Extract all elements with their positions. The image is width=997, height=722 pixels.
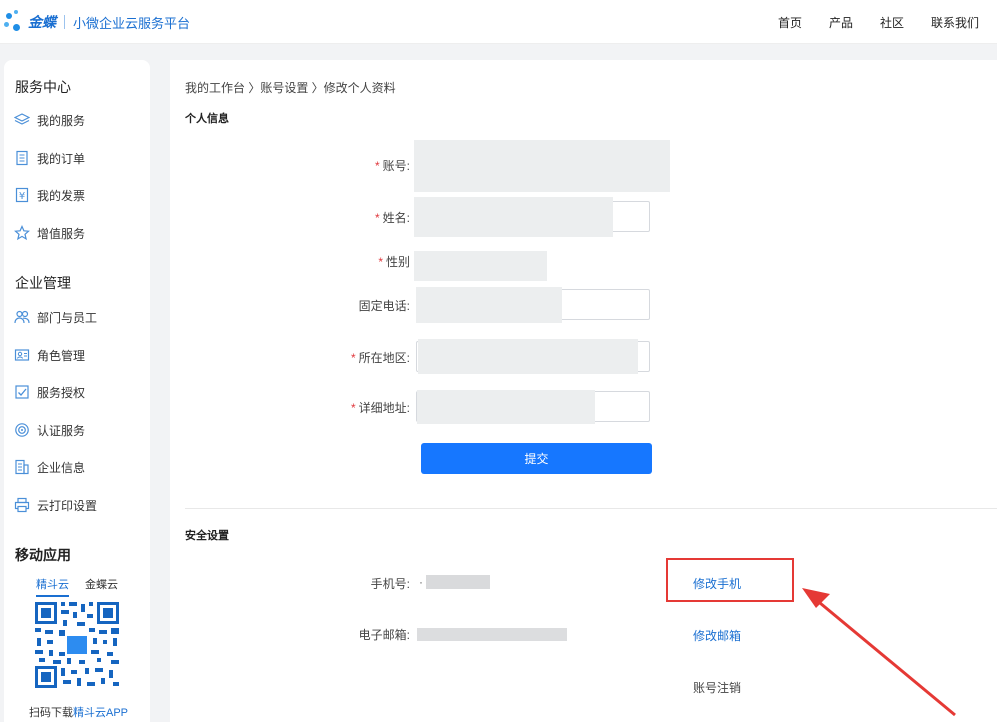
- phone-mask-dot: ·: [419, 575, 423, 589]
- account-label: * 账号:: [374, 159, 410, 173]
- landline-label: 固定电话:: [358, 299, 410, 313]
- phone-value-blurred: [426, 575, 490, 589]
- gender-label: * 性别: [378, 255, 410, 269]
- section-divider: [185, 508, 997, 509]
- nav-products[interactable]: 产品: [829, 14, 853, 31]
- sidebar-item-label: 部门与员工: [37, 310, 98, 325]
- submit-button[interactable]: 提交: [421, 443, 652, 474]
- annotation-arrow-icon: [802, 588, 956, 717]
- region-value-blurred: [418, 339, 638, 374]
- sidebar-item-certification[interactable]: 认证服务: [14, 420, 85, 440]
- logo[interactable]: 金蝶 小微企业云服务平台: [4, 9, 190, 35]
- sidebar-item-enterprise-info[interactable]: 企业信息: [14, 457, 85, 477]
- logo-mark-icon: [4, 10, 26, 34]
- sidebar-item-departments[interactable]: 部门与员工: [14, 307, 97, 327]
- sidebar-item-label: 角色管理: [37, 348, 86, 363]
- sidebar-item-label: 我的发票: [37, 188, 86, 203]
- gender-select-blurred[interactable]: [414, 251, 547, 281]
- service-center-title: 服务中心: [15, 79, 71, 95]
- top-nav: 首页 产品 社区 联系我们: [751, 0, 979, 44]
- account-value-blurred: [414, 140, 670, 192]
- platform-subtitle: 小微企业云服务平台: [73, 15, 191, 31]
- sidebar: 服务中心 我的服务 我的订单 ¥ 我的发票 增值服务 企业管理 部门与员工 角色…: [4, 60, 150, 722]
- sidebar-item-label: 企业信息: [37, 460, 86, 475]
- sidebar-item-my-invoices[interactable]: ¥ 我的发票: [14, 185, 85, 205]
- enterprise-management-title: 企业管理: [15, 275, 71, 291]
- name-label: * 姓名:: [374, 211, 410, 225]
- email-label: 电子邮箱:: [358, 628, 410, 642]
- svg-text:¥: ¥: [19, 191, 25, 202]
- star-icon: [14, 225, 30, 241]
- logo-divider: [64, 15, 65, 29]
- sidebar-item-label: 我的订单: [37, 151, 86, 166]
- document-icon: [14, 150, 30, 166]
- tab-jingdouyun[interactable]: 精斗云: [36, 576, 69, 597]
- app-download-caption: 扫码下载精斗云APP: [29, 707, 129, 719]
- sidebar-item-my-orders[interactable]: 我的订单: [14, 148, 85, 168]
- sidebar-item-my-services[interactable]: 我的服务: [14, 110, 85, 130]
- qr-code: [33, 600, 121, 690]
- printer-icon: [14, 497, 30, 513]
- name-value-blurred: [414, 197, 613, 237]
- nav-contact[interactable]: 联系我们: [931, 14, 979, 31]
- certificate-icon: [14, 422, 30, 438]
- sidebar-item-value-added[interactable]: 增值服务: [14, 223, 85, 243]
- layers-icon: [14, 112, 30, 128]
- sidebar-item-label: 服务授权: [37, 385, 86, 400]
- change-email-link[interactable]: 修改邮箱: [693, 627, 741, 644]
- phone-label: 手机号:: [370, 577, 410, 591]
- sidebar-item-label: 云打印设置: [37, 498, 98, 513]
- id-card-icon: [14, 347, 30, 363]
- authorize-icon: [14, 384, 30, 400]
- cancel-account-link[interactable]: 账号注销: [693, 679, 741, 696]
- region-label: * 所在地区:: [350, 351, 410, 365]
- address-label: * 详细地址:: [350, 401, 410, 415]
- sidebar-item-label: 增值服务: [37, 226, 86, 241]
- main-content: 我的工作台 〉账号设置 〉修改个人资料 个人信息 * 账号: * 姓名: * 性别 固…: [170, 60, 997, 722]
- sidebar-item-label: 认证服务: [37, 423, 86, 438]
- landline-value-blurred: [416, 287, 562, 323]
- sidebar-item-authorization[interactable]: 服务授权: [14, 382, 85, 402]
- security-settings-title: 安全设置: [185, 530, 229, 542]
- invoice-icon: ¥: [14, 187, 30, 203]
- sidebar-item-label: 我的服务: [37, 113, 86, 128]
- top-header: 金蝶 小微企业云服务平台 首页 产品 社区 联系我们: [0, 0, 997, 44]
- app-tabs: 精斗云 金蝶云: [36, 576, 134, 597]
- nav-community[interactable]: 社区: [880, 14, 904, 31]
- mobile-apps-title: 移动应用: [15, 547, 71, 563]
- sidebar-item-cloud-print[interactable]: 云打印设置: [14, 495, 97, 515]
- email-value-blurred: [417, 628, 567, 641]
- app-download-link[interactable]: 精斗云APP: [73, 707, 128, 719]
- brand-name: 金蝶: [28, 14, 56, 30]
- enterprise-info-icon: [14, 459, 30, 475]
- sidebar-item-roles[interactable]: 角色管理: [14, 345, 85, 365]
- tab-kingdee-cloud[interactable]: 金蝶云: [85, 576, 118, 597]
- breadcrumb[interactable]: 我的工作台 〉账号设置 〉修改个人资料: [185, 79, 396, 96]
- address-value-blurred: [417, 390, 595, 424]
- nav-home[interactable]: 首页: [778, 14, 802, 31]
- users-icon: [14, 309, 30, 325]
- annotation-highlight-box: [666, 558, 794, 602]
- personal-info-title: 个人信息: [185, 113, 229, 125]
